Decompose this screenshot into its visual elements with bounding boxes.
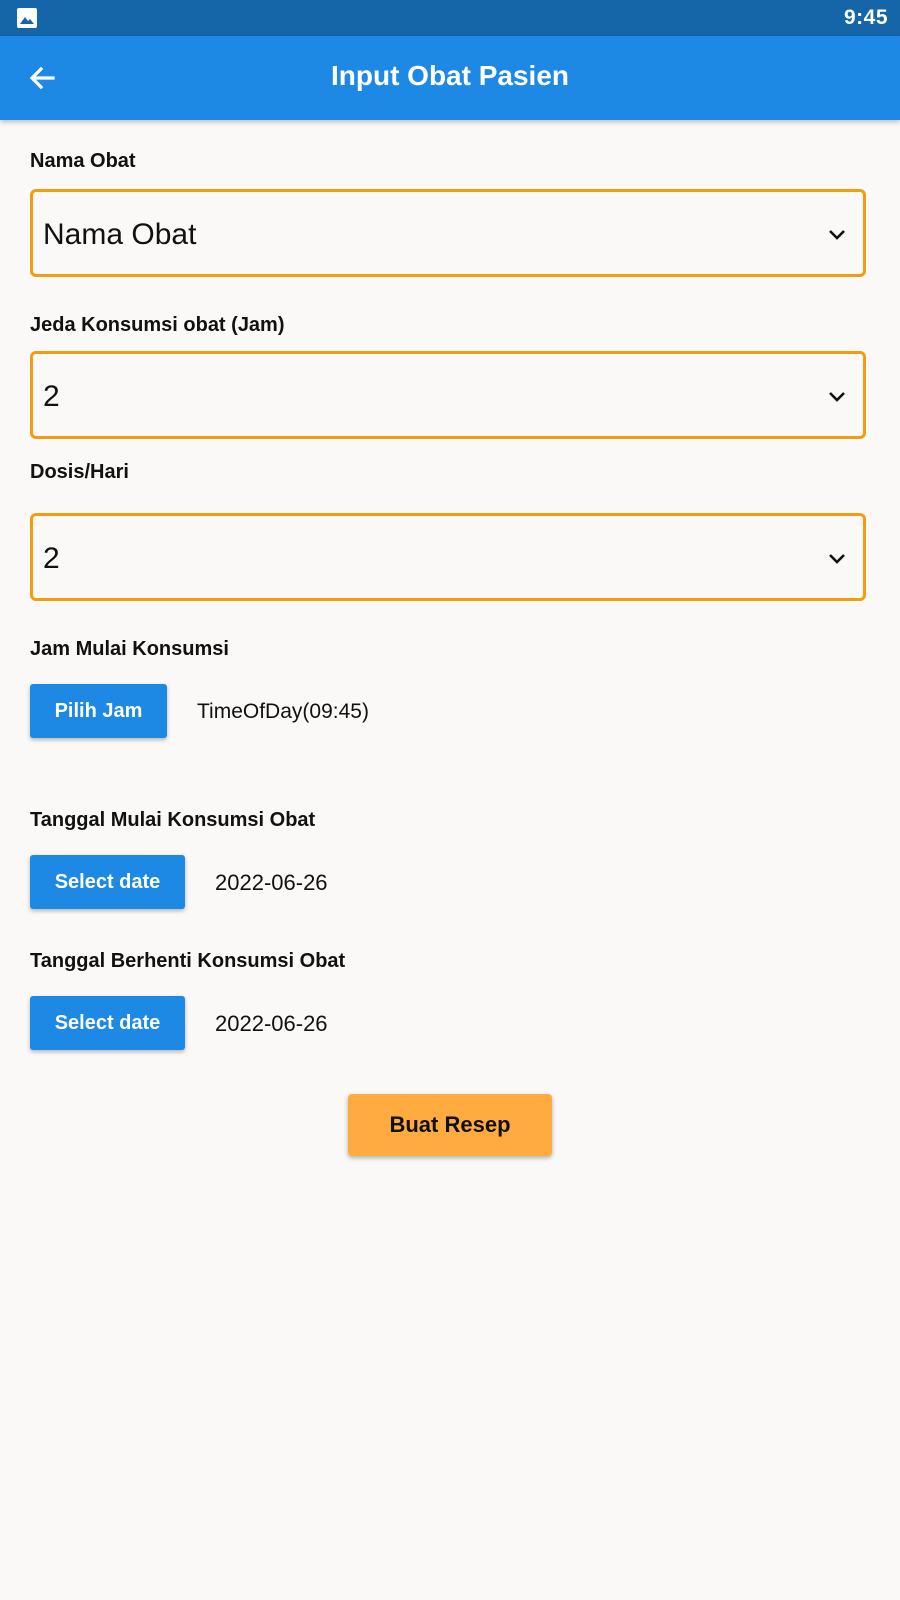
nama-obat-label: Nama Obat bbox=[30, 150, 136, 172]
dosis-hari-value: 2 bbox=[43, 542, 60, 575]
nama-obat-dropdown[interactable]: Nama Obat bbox=[30, 189, 866, 277]
status-clock: 9:45 bbox=[843, 6, 888, 29]
select-end-date-button[interactable]: Select date bbox=[30, 996, 185, 1050]
tanggal-mulai-value: 2022-06-26 bbox=[215, 870, 328, 895]
tanggal-mulai-label: Tanggal Mulai Konsumsi Obat bbox=[30, 809, 316, 831]
jeda-konsumsi-dropdown[interactable]: 2 bbox=[30, 351, 866, 439]
select-start-date-button[interactable]: Select date bbox=[30, 855, 185, 909]
tanggal-berhenti-label: Tanggal Berhenti Konsumsi Obat bbox=[30, 950, 346, 972]
dosis-hari-dropdown[interactable]: 2 bbox=[30, 513, 866, 601]
chevron-down-icon bbox=[829, 230, 845, 240]
nama-obat-value: Nama Obat bbox=[43, 218, 197, 251]
jam-mulai-label: Jam Mulai Konsumsi bbox=[30, 638, 229, 660]
pilih-jam-button[interactable]: Pilih Jam bbox=[30, 684, 167, 738]
tanggal-berhenti-value: 2022-06-26 bbox=[215, 1011, 328, 1036]
page-title: Input Obat Pasien bbox=[330, 60, 570, 91]
image-icon bbox=[17, 8, 37, 28]
app-bar: Input Obat Pasien bbox=[0, 36, 900, 120]
jeda-konsumsi-label: Jeda Konsumsi obat (Jam) bbox=[30, 314, 285, 336]
dosis-hari-label: Dosis/Hari bbox=[30, 461, 129, 483]
jeda-konsumsi-value: 2 bbox=[43, 380, 60, 413]
jam-mulai-value: TimeOfDay(09:45) bbox=[197, 700, 369, 723]
status-bar: 9:45 bbox=[0, 0, 900, 36]
chevron-down-icon bbox=[829, 554, 845, 564]
chevron-down-icon bbox=[829, 392, 845, 402]
buat-resep-button[interactable]: Buat Resep bbox=[348, 1094, 552, 1156]
